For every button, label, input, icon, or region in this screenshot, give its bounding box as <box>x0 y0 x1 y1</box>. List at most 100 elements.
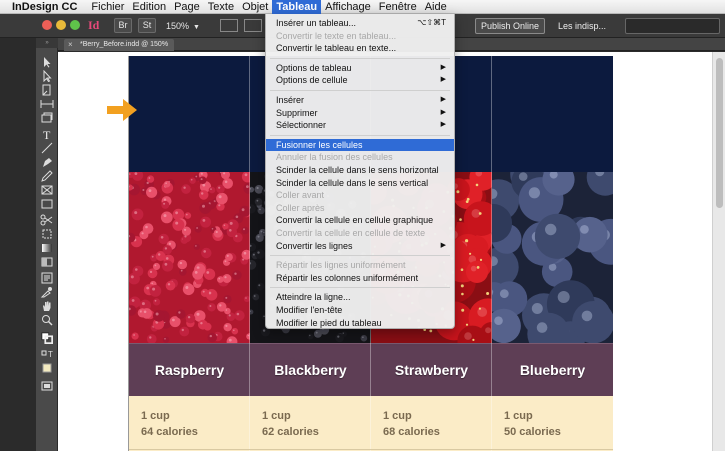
publish-online-button[interactable]: Publish Online <box>475 18 545 34</box>
menu-item-selectionner[interactable]: Sélectionner ▶ <box>266 119 454 131</box>
scrollbar-thumb[interactable] <box>716 58 723 208</box>
menu-item-label: Répartir les lignes uniformément <box>276 260 406 271</box>
line-tool-icon[interactable] <box>40 142 54 154</box>
menu-item-repartir-les-lignes-uniformement: Répartir les lignes uniformément <box>266 259 454 271</box>
cell-info-strawberry[interactable]: 1 cup 68 calories <box>371 396 492 451</box>
menu-item-scinder-la-cellule-dans-le-sens-horizontal[interactable]: Scinder la cellule dans le sens horizont… <box>266 164 454 176</box>
menu-item-label: Répartir les colonnes uniformément <box>276 272 419 283</box>
menu-item-modifier-le-pied-du-tableau[interactable]: Modifier le pied du tableau <box>266 317 454 329</box>
rectangle-frame-tool-icon[interactable] <box>40 184 54 196</box>
screen-mode-tool-icon[interactable] <box>40 380 54 392</box>
close-tab-icon[interactable]: × <box>68 39 73 51</box>
tools-panel: » T T <box>36 38 58 451</box>
menu-fichier[interactable]: Fichier <box>87 0 128 14</box>
panel-grip-icon[interactable]: » <box>36 38 58 48</box>
menu-item-scinder-la-cellule-dans-le-sens-vertical[interactable]: Scinder la cellule dans le sens vertical <box>266 177 454 189</box>
document-tab-title: *Berry_Before.indd @ 150% <box>80 41 169 48</box>
menu-separator <box>270 134 450 136</box>
gradient-feather-tool-icon[interactable] <box>40 256 54 268</box>
column-rule <box>249 56 250 451</box>
content-collector-icon[interactable] <box>40 112 54 124</box>
photo-raspberry[interactable] <box>129 172 250 343</box>
direct-selection-tool-icon[interactable] <box>40 70 54 82</box>
cell-info-blueberry[interactable]: 1 cup 50 calories <box>492 396 613 451</box>
free-transform-tool-icon[interactable] <box>40 228 54 240</box>
close-window-button[interactable] <box>42 20 52 30</box>
menu-texte[interactable]: Texte <box>204 0 238 14</box>
page-tool-icon[interactable] <box>40 84 54 96</box>
menu-edition[interactable]: Edition <box>128 0 170 14</box>
menu-item-label: Coller avant <box>276 190 325 201</box>
indesign-logo: Id <box>88 18 100 32</box>
zoom-tool-icon[interactable] <box>40 314 54 326</box>
menu-shortcut: ⌥⇧⌘T <box>417 18 446 27</box>
type-tool-icon[interactable]: T <box>40 128 54 140</box>
zoom-level-dropdown[interactable]: 150% ▼ <box>166 19 200 33</box>
cell-name-strawberry[interactable]: Strawberry <box>371 344 492 397</box>
bridge-button[interactable]: Br <box>114 18 132 33</box>
menu-separator <box>270 57 450 59</box>
cell-qty: 1 cup <box>504 410 533 422</box>
cell-calories: 50 calories <box>504 426 561 438</box>
cell-name-raspberry[interactable]: Raspberry <box>129 344 250 397</box>
menu-item-label: Annuler la fusion des cellules <box>276 152 393 163</box>
menu-fenetre[interactable]: Fenêtre <box>375 0 421 14</box>
menu-bar: InDesign CC Fichier Edition Page Texte O… <box>0 0 725 14</box>
zoom-window-button[interactable] <box>70 20 80 30</box>
menu-item-convertir-la-cellule-en-cellule-graphique[interactable]: Convertir la cellule en cellule graphiqu… <box>266 214 454 226</box>
menu-item-supprimer[interactable]: Supprimer ▶ <box>266 107 454 119</box>
indesign-window: InDesign CC Fichier Edition Page Texte O… <box>0 0 725 451</box>
stock-button[interactable]: St <box>138 18 156 33</box>
cell-info-blackberry[interactable]: 1 cup 62 calories <box>250 396 371 451</box>
document-tab[interactable]: × *Berry_Before.indd @ 150% <box>64 39 175 51</box>
menu-item-label: Insérer un tableau... <box>276 18 357 28</box>
menu-item-inserer-un-tableau[interactable]: Insérer un tableau... ⌥⇧⌘T <box>266 17 454 29</box>
menu-separator <box>270 255 450 257</box>
menu-item-coller-apres: Coller après <box>266 202 454 214</box>
cell-qty: 1 cup <box>141 410 170 422</box>
view-options-icon[interactable] <box>220 19 238 32</box>
eyedropper-tool-icon[interactable] <box>40 286 54 298</box>
menu-item-options-de-tableau[interactable]: Options de tableau ▶ <box>266 62 454 74</box>
workspace-switcher[interactable]: Les indisp... <box>558 19 606 33</box>
cell-name-blackberry[interactable]: Blackberry <box>250 344 371 397</box>
menu-item-modifier-l-en-tete[interactable]: Modifier l'en-tête <box>266 304 454 316</box>
vertical-scrollbar[interactable] <box>712 52 725 451</box>
swap-fill-stroke-icon[interactable]: T <box>40 348 54 360</box>
menu-item-inserer[interactable]: Insérer ▶ <box>266 94 454 106</box>
apply-color-icon[interactable] <box>40 362 54 374</box>
menu-item-atteindre-la-ligne[interactable]: Atteindre la ligne... <box>266 291 454 303</box>
menu-objet[interactable]: Objet <box>238 0 272 14</box>
menu-item-fusionner-les-cellules[interactable]: Fusionner les cellules <box>266 138 454 151</box>
minimize-window-button[interactable] <box>56 20 66 30</box>
menu-item-repartir-les-colonnes-uniformement[interactable]: Répartir les colonnes uniformément <box>266 272 454 284</box>
submenu-arrow-icon: ▶ <box>440 63 446 71</box>
pencil-tool-icon[interactable] <box>40 170 54 182</box>
app-name[interactable]: InDesign CC <box>0 1 87 13</box>
menu-item-convertir-les-lignes[interactable]: Convertir les lignes ▶ <box>266 240 454 252</box>
selection-tool-icon[interactable] <box>40 56 54 68</box>
menu-item-label: Options de cellule <box>276 75 348 86</box>
gap-tool-icon[interactable] <box>40 98 54 110</box>
menu-item-label: Insérer <box>276 95 305 105</box>
column-rule <box>491 56 492 451</box>
cell-info-raspberry[interactable]: 1 cup 64 calories <box>129 396 250 451</box>
screen-mode-icon[interactable] <box>244 19 262 32</box>
menu-affichage[interactable]: Affichage <box>321 0 375 14</box>
scissors-tool-icon[interactable] <box>40 214 54 226</box>
menu-page[interactable]: Page <box>170 0 204 14</box>
menu-tableau[interactable]: Tableau <box>272 0 322 14</box>
rectangle-tool-icon[interactable] <box>40 198 54 210</box>
pen-tool-icon[interactable] <box>40 156 54 168</box>
menu-aide[interactable]: Aide <box>421 0 451 14</box>
menu-item-options-de-cellule[interactable]: Options de cellule ▶ <box>266 74 454 86</box>
cell-name-blueberry[interactable]: Blueberry <box>492 344 613 397</box>
fill-stroke-swatch-icon[interactable] <box>40 332 54 344</box>
photo-blueberry[interactable] <box>492 172 613 343</box>
search-input[interactable] <box>625 18 720 34</box>
gradient-swatch-tool-icon[interactable] <box>40 242 54 254</box>
note-tool-icon[interactable] <box>40 272 54 284</box>
menu-item-convertir-le-tableau-en-texte[interactable]: Convertir le tableau en texte... <box>266 42 454 54</box>
hand-tool-icon[interactable] <box>40 300 54 312</box>
svg-text:T: T <box>43 128 51 140</box>
